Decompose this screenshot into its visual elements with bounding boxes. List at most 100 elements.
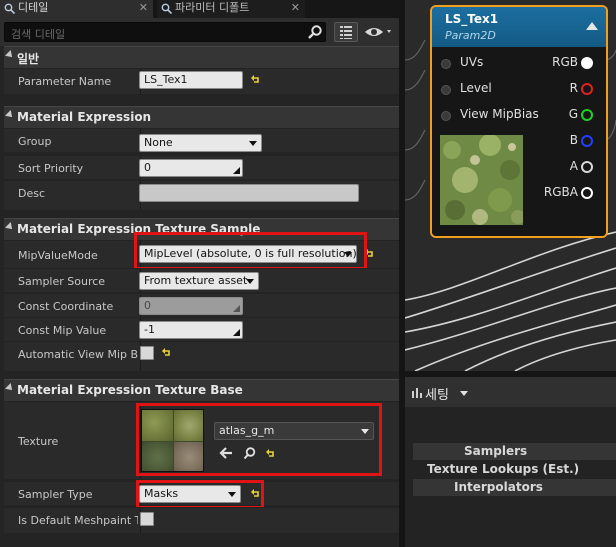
output-pin-label: R bbox=[569, 81, 578, 95]
reset-arrow-icon[interactable] bbox=[251, 75, 261, 85]
search-placeholder: 검색 디테일 bbox=[11, 28, 66, 41]
list-icon bbox=[340, 26, 352, 39]
category-title: Material Expression bbox=[17, 110, 152, 124]
output-pin-label: G bbox=[568, 107, 578, 121]
sampler-type-label: Sampler Type bbox=[18, 488, 93, 501]
tab-details[interactable]: 디테일 ✕ bbox=[0, 0, 153, 18]
stats-header[interactable]: 세팅 bbox=[405, 377, 616, 407]
stats-row: Interpolators bbox=[413, 479, 616, 496]
const-coordinate-field[interactable]: 0 bbox=[139, 297, 243, 315]
collapse-arrow-icon bbox=[5, 110, 15, 120]
drag-handle-icon[interactable] bbox=[233, 329, 240, 336]
parameter-name-field[interactable]: LS_Tex1 bbox=[139, 71, 243, 89]
node-header[interactable]: LS_Tex1 Param2D bbox=[432, 7, 606, 47]
const-coordinate-value: 0 bbox=[144, 299, 151, 312]
sampler-source-value: From texture asset bbox=[144, 274, 248, 287]
tab-parameter-defaults[interactable]: 파라미터 디폴트 ✕ bbox=[157, 0, 305, 18]
category-title: 일반 bbox=[17, 52, 40, 66]
highlight-box bbox=[134, 232, 367, 270]
close-icon[interactable]: ✕ bbox=[139, 0, 148, 16]
node-body: UVs Level View MipBias RGB R G B A RGBA bbox=[432, 47, 606, 236]
output-pin-label: RGB bbox=[552, 55, 578, 69]
details-panel: 디테일 ✕ 파라미터 디폴트 ✕ 검색 디테일 일반 Parameter Nam… bbox=[0, 0, 399, 547]
bar-chart-icon bbox=[412, 388, 422, 398]
category-title: Material Expression Texture Base bbox=[17, 383, 243, 397]
mip-value-mode-label: MipValueMode bbox=[18, 249, 98, 262]
search-input[interactable]: 검색 디테일 bbox=[4, 22, 326, 42]
const-mip-value-value: -1 bbox=[144, 323, 155, 336]
drag-handle-icon[interactable] bbox=[233, 167, 240, 174]
stats-row: Samplers bbox=[413, 443, 616, 460]
close-icon[interactable]: ✕ bbox=[291, 0, 300, 16]
group-dropdown[interactable]: None bbox=[139, 134, 262, 152]
desc-label: Desc bbox=[18, 187, 46, 200]
auto-view-mip-bias-checkbox[interactable] bbox=[140, 346, 154, 360]
input-pin-uvs[interactable] bbox=[441, 59, 451, 69]
input-pin-label: Level bbox=[460, 81, 492, 95]
collapse-arrow-icon bbox=[5, 383, 15, 393]
eye-icon[interactable] bbox=[363, 23, 395, 41]
sort-priority-field[interactable]: 0 bbox=[139, 159, 243, 177]
chevron-down-icon bbox=[249, 141, 257, 146]
reset-arrow-icon[interactable] bbox=[162, 348, 172, 358]
output-pin-g[interactable] bbox=[581, 109, 593, 121]
chevron-down-icon[interactable] bbox=[460, 391, 468, 396]
category-general[interactable]: 일반 bbox=[4, 46, 399, 68]
group-label: Group bbox=[18, 135, 52, 148]
input-pin-level[interactable] bbox=[441, 85, 451, 95]
row-auto-view-mip-bias: Automatic View Mip Bias bbox=[4, 341, 399, 371]
collapse-arrow-icon bbox=[5, 222, 15, 232]
desc-field[interactable] bbox=[139, 184, 359, 202]
input-pin-label: View MipBias bbox=[460, 107, 539, 121]
tab-parameter-defaults-label: 파라미터 디폴트 bbox=[175, 1, 250, 14]
group-value: None bbox=[144, 136, 173, 149]
sampler-source-label: Sampler Source bbox=[18, 275, 106, 288]
output-pin-r[interactable] bbox=[581, 83, 593, 95]
stats-panel: 세팅 Samplers Texture Lookups (Est.) Inter… bbox=[405, 377, 616, 547]
const-coordinate-label: Const Coordinate bbox=[18, 300, 114, 313]
output-pin-b[interactable] bbox=[581, 135, 593, 147]
search-row: 검색 디테일 bbox=[0, 18, 399, 46]
view-options-button[interactable] bbox=[334, 22, 358, 42]
output-pin-label: RGBA bbox=[543, 185, 578, 199]
row-default-meshpaint: Is Default Meshpaint Texture bbox=[4, 507, 399, 533]
default-meshpaint-checkbox[interactable] bbox=[140, 512, 154, 526]
tab-details-label: 디테일 bbox=[18, 1, 49, 14]
stats-row-label: Interpolators bbox=[454, 480, 543, 494]
magnifier-icon bbox=[4, 3, 15, 14]
drag-handle-icon bbox=[233, 305, 240, 312]
default-meshpaint-label: Is Default Meshpaint Texture bbox=[18, 514, 138, 527]
search-icon[interactable] bbox=[307, 24, 323, 40]
texture-preview-image bbox=[440, 135, 523, 225]
const-mip-value-field[interactable]: -1 bbox=[139, 321, 243, 339]
sort-priority-value: 0 bbox=[144, 161, 151, 174]
output-pin-rgb[interactable] bbox=[581, 57, 593, 69]
highlight-box bbox=[136, 403, 382, 476]
stats-title: 세팅 bbox=[425, 388, 449, 403]
output-pin-label: B bbox=[569, 133, 578, 147]
input-pin-label: UVs bbox=[460, 55, 484, 69]
texture-parameter-node[interactable]: LS_Tex1 Param2D UVs Level View MipBias R… bbox=[430, 5, 608, 238]
stats-row bbox=[413, 415, 616, 432]
category-material-expression[interactable]: Material Expression bbox=[4, 106, 399, 128]
tab-bar: 디테일 ✕ 파라미터 디폴트 ✕ bbox=[0, 0, 399, 18]
category-texture-base[interactable]: Material Expression Texture Base bbox=[4, 379, 399, 401]
output-pin-a[interactable] bbox=[581, 161, 593, 173]
chevron-down-icon bbox=[246, 279, 254, 284]
const-mip-value-label: Const Mip Value bbox=[18, 324, 107, 337]
collapse-arrow-icon bbox=[5, 50, 15, 60]
input-pin-view-mipbias[interactable] bbox=[441, 111, 451, 121]
grass-texture-image bbox=[440, 135, 523, 225]
stats-row: Texture Lookups (Est.) bbox=[413, 461, 616, 478]
texture-label: Texture bbox=[18, 435, 59, 448]
output-pin-rgba[interactable] bbox=[581, 187, 593, 199]
stats-row-label: Samplers bbox=[464, 444, 528, 458]
sort-priority-label: Sort Priority bbox=[18, 162, 84, 175]
collapse-triangle-icon[interactable] bbox=[586, 22, 598, 30]
material-graph[interactable]: LS_Tex1 Param2D UVs Level View MipBias R… bbox=[405, 0, 616, 371]
node-title: LS_Tex1 bbox=[445, 12, 499, 26]
sampler-source-dropdown[interactable]: From texture asset bbox=[139, 272, 259, 290]
highlight-box bbox=[136, 480, 264, 509]
auto-view-mip-bias-label: Automatic View Mip Bias bbox=[18, 348, 138, 361]
parameter-name-label: Parameter Name bbox=[18, 75, 112, 88]
